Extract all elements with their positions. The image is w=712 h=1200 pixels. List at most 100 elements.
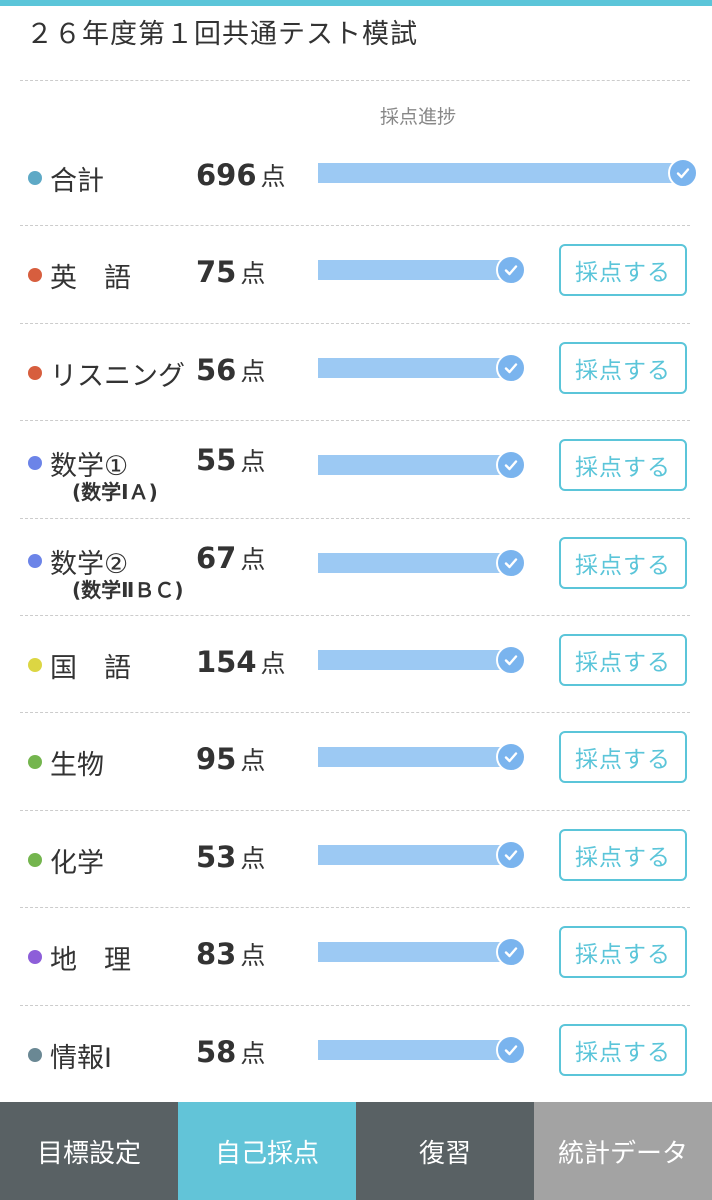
score-unit: 点 [260,649,286,678]
progress-bar [318,742,526,773]
score-value: 58 [196,1034,237,1069]
score-unit: 点 [240,447,266,477]
progress-bar-fill [318,747,512,768]
subject-name: 生物 [50,750,104,782]
check-icon [496,450,526,481]
score-unit: 点 [240,544,266,574]
progress-bar-fill [318,455,512,476]
nav-goal-setting[interactable]: 目標設定 [0,1102,178,1200]
score: 55 点 [196,442,300,478]
grade-button[interactable]: 採点する [559,634,687,686]
nav-review[interactable]: 復習 [356,1102,534,1200]
subject-color-dot [28,852,42,867]
score-unit: 点 [240,941,266,971]
check-icon [496,937,526,968]
progress-bar [318,937,526,968]
bottom-nav: 目標設定 自己採点 復習 統計データ [0,1102,712,1200]
subject-name: リスニング [50,360,185,392]
check-icon [668,158,698,188]
progress-bar-fill [318,552,512,573]
grade-button[interactable]: 採点する [559,731,687,784]
check-icon [496,255,526,286]
progress-bar [318,352,526,383]
check-icon [496,352,526,383]
subject-row: 国 語 154 点 採点する [0,615,712,711]
subject-color-dot [28,171,42,185]
score: 95 点 [196,741,300,777]
score-value: 83 [196,937,237,972]
subject-name: 化学 [50,847,104,879]
check-icon [496,839,526,870]
score: 67 点 [196,540,300,576]
subject-color-dot [28,456,42,471]
progress-header: 採点進捗 [379,106,456,128]
total-row: 合計 696 点 [0,128,712,224]
progress-bar-fill [318,260,512,281]
nav-statistics[interactable]: 統計データ [534,1102,712,1200]
subject-color-dot [28,268,42,283]
subject-row: 化学 53 点 採点する [0,810,712,906]
subject-name: 国 語 [50,653,131,684]
score-unit: 点 [240,356,266,386]
subject-row: 情報Ⅰ 58 点 採点する [0,1005,712,1101]
progress-bar [318,1034,526,1065]
score: 58 点 [196,1034,300,1070]
progress-bar [318,158,698,188]
check-icon [496,547,526,578]
score: 75 点 [196,254,300,290]
score-value: 154 [196,645,257,679]
score-value: 55 [196,443,237,478]
grade-button[interactable]: 採点する [559,828,687,881]
score-unit: 点 [240,1038,266,1068]
subject-row: 地 理 83 点 採点する [0,907,712,1003]
score: 696 点 [196,157,300,193]
subject-color-dot [28,553,42,568]
subject-name: 地 理 [50,945,131,977]
exam-title: ２６年度第１回共通テスト模試 [26,19,418,50]
score-value: 53 [196,839,237,874]
score: 83 点 [196,936,300,972]
score-value: 95 [196,742,237,777]
divider [20,80,690,81]
score: 53 点 [196,839,300,875]
subject-color-dot [28,1047,42,1062]
subject-color-dot [28,950,42,965]
subject-row: 生物 95 点 採点する [0,712,712,808]
grade-button[interactable]: 採点する [559,244,687,297]
progress-bar [318,547,526,578]
score-value: 696 [196,158,257,192]
subject-subname: (数学ⅠＡ) [72,480,158,505]
score: 154 点 [196,644,300,680]
nav-self-grading[interactable]: 自己採点 [178,1102,356,1200]
score: 56 点 [196,352,300,388]
progress-bar-fill [318,1039,512,1060]
grade-button[interactable]: 採点する [559,1023,687,1076]
score-unit: 点 [240,746,266,776]
grade-button[interactable]: 採点する [559,926,687,979]
progress-bar-fill [318,357,512,378]
progress-bar [318,450,526,481]
subject-color-dot [28,658,42,672]
grade-button[interactable]: 採点する [559,439,687,492]
subject-subname: (数学ⅡＢＣ) [72,577,184,602]
subject-row: 数学① (数学ⅠＡ) 55 点採点する [0,420,712,516]
score-unit: 点 [240,843,266,873]
score-value: 56 [196,352,237,387]
progress-bar-fill [318,942,512,963]
score-value: 75 [196,255,237,290]
subject-row: 英 語 75 点 採点する [0,225,712,321]
score-value: 67 [196,540,237,575]
subject-name: 合計 [50,166,104,197]
grade-button[interactable]: 採点する [559,536,687,589]
grade-button[interactable]: 採点する [559,341,687,394]
progress-bar-fill [318,650,512,670]
score-unit: 点 [240,259,266,289]
progress-bar-fill [318,844,512,865]
subject-color-dot [28,755,42,770]
progress-bar-fill [318,163,684,183]
progress-bar [318,839,526,870]
subject-name: 情報Ⅰ [50,1042,112,1074]
subject-name: 英 語 [50,263,131,295]
score-unit: 点 [260,162,286,191]
progress-bar [318,645,526,675]
